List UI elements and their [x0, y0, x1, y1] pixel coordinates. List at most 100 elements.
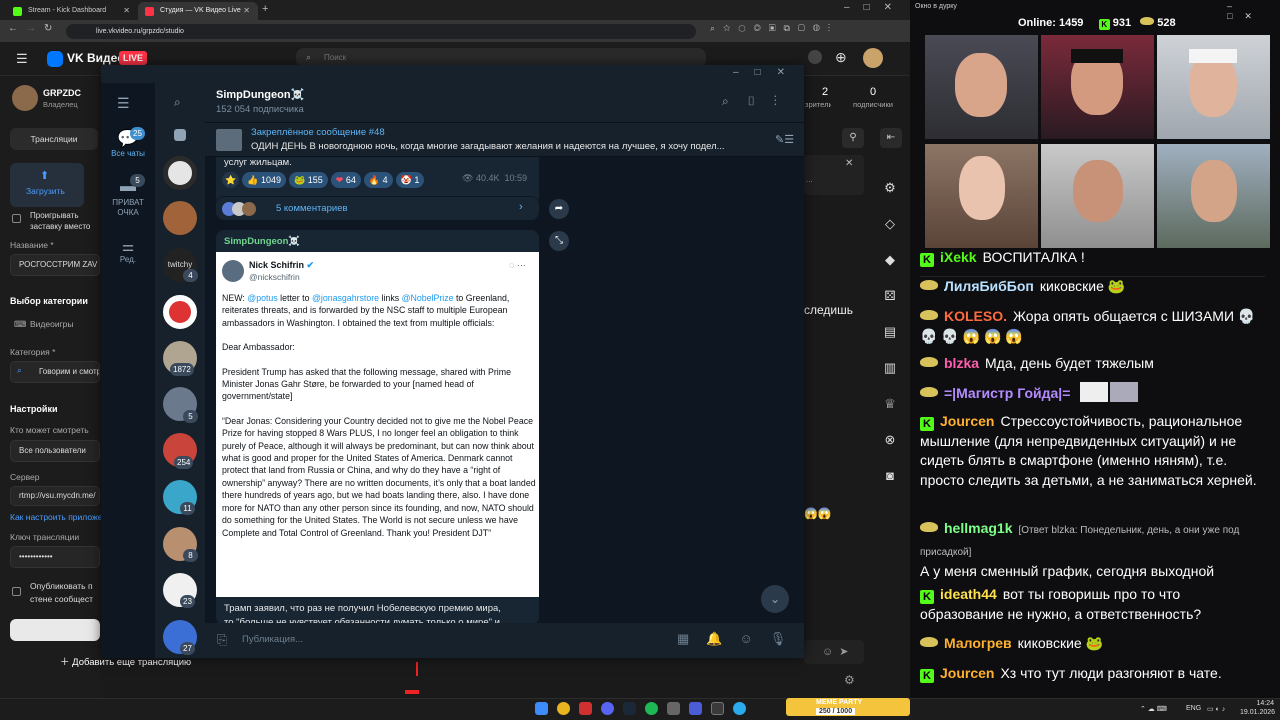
input-actions[interactable]: ▦🔔☺🎙 — [677, 631, 803, 647]
comments-link[interactable]: 5 комментариев — [276, 203, 348, 214]
tool-icons[interactable]: ⚙ ◇ ◆ ⚄ ▤ ▥ ♕ ⊗ ◙ — [880, 170, 900, 494]
start-icon[interactable] — [535, 702, 548, 715]
telegram-icon[interactable] — [733, 702, 746, 715]
chat-title[interactable]: SimpDungeon☠️ — [216, 88, 304, 101]
tray-icons[interactable]: ⌃ ☁ ⌨ — [1140, 705, 1167, 713]
privacy-select[interactable]: Все пользователи — [10, 440, 100, 462]
keyboard-language[interactable]: ENG — [1186, 705, 1201, 712]
clock[interactable]: 14:24 19.01.2026 — [1240, 699, 1276, 717]
settings-gear-icon[interactable]: ⚙ — [844, 673, 855, 687]
folder-private[interactable]: ▬ ПРИВАТ ОЧКА — [101, 178, 155, 238]
back-icon[interactable]: ← — [8, 23, 18, 34]
tab-kick-dashboard[interactable]: Stream - Kick Dashboard ✕ — [6, 2, 138, 20]
attach-icon[interactable]: ⎘ — [217, 632, 227, 648]
menu-icon[interactable]: ☰ — [117, 95, 130, 112]
reaction[interactable]: ❤ 64 — [330, 172, 361, 188]
chat-text: киковские 🐸 — [1017, 635, 1104, 651]
pin-list-icon[interactable]: ✎☰ — [775, 133, 794, 146]
chat-username[interactable]: Малогрев — [944, 635, 1012, 651]
start-stream-button[interactable] — [10, 619, 100, 641]
chrome-icon[interactable] — [557, 702, 570, 715]
emoji-send-icons[interactable]: ☺➤ — [822, 645, 854, 658]
chat-username[interactable]: Jourcen — [940, 413, 994, 429]
discord-icon[interactable] — [601, 702, 614, 715]
chat-username[interactable]: iXekk — [940, 249, 977, 265]
close-icon[interactable]: ✕ — [845, 158, 853, 169]
category-videogames-tab[interactable]: Видеоигры — [30, 319, 74, 329]
server-url-input[interactable]: rtmp://vsu.mycdn.me/ — [10, 486, 100, 506]
chat-avatar[interactable] — [163, 201, 197, 235]
new-tab-icon[interactable]: + — [262, 3, 268, 15]
chat-username[interactable]: ideath44 — [940, 586, 997, 602]
folder-edit[interactable]: ⚌ Ред. — [101, 238, 155, 278]
message-input[interactable]: Публикация... — [242, 634, 303, 645]
app-icon[interactable] — [667, 702, 680, 715]
stream-name-input[interactable]: РОСГОССТРИМ ZAV — [10, 254, 100, 276]
clock-date: 19.01.2026 — [1240, 709, 1276, 716]
chat-username[interactable]: ЛиляБибБоп — [944, 278, 1034, 294]
name-label: Название * — [10, 240, 54, 250]
post-bubble: SimpDungeon☠️ Nick Schifrin ✔ @nickschif… — [216, 230, 539, 628]
chat-avatar[interactable] — [163, 156, 197, 190]
star-icon[interactable]: ⭐ — [222, 172, 240, 188]
meme-party-widget[interactable]: MEME PARTY 250 / 1000 — [786, 698, 910, 716]
url-field[interactable]: live.vkvideo.ru/grpzdc/studio — [66, 24, 696, 39]
category-section-title: Выбор категории — [10, 296, 88, 306]
folder-all-chats[interactable]: 💬 Все чаты — [101, 129, 155, 177]
subscriber-count: 152 054 подписчика — [216, 104, 304, 115]
extension-icons[interactable]: ⌕☆⬡◎▣⧉▢◍⋮ — [710, 23, 838, 34]
reaction[interactable]: 🔥 4 — [363, 172, 393, 188]
app-icon[interactable] — [579, 702, 592, 715]
unread-badge: 11 — [180, 502, 195, 515]
search-icon: ⌕ — [306, 52, 312, 62]
forward-icon[interactable]: → — [26, 23, 36, 34]
chat-username[interactable]: Jourcen — [940, 665, 994, 681]
chat-avatar[interactable] — [163, 295, 197, 329]
chat-username[interactable]: hellmag1k — [944, 520, 1012, 536]
replay-checkbox[interactable] — [12, 214, 21, 223]
webcam-feed — [1157, 144, 1270, 248]
comments-bar[interactable]: 5 комментариев › — [216, 196, 539, 220]
pinned-bar[interactable]: Закреплённое сообщение #48 ОДИН ДЕНЬ В н… — [205, 123, 804, 157]
menu-icon[interactable]: ☰ — [16, 51, 28, 67]
reload-icon[interactable]: ↻ — [44, 23, 52, 34]
share-icon[interactable]: ➦ — [549, 199, 569, 219]
chat-username[interactable]: =|Магистр Гойда|= — [944, 385, 1070, 401]
search-icon[interactable]: ⌕ — [174, 95, 181, 110]
app-icon[interactable] — [711, 702, 724, 715]
publish-checkbox[interactable] — [12, 587, 21, 596]
pin-icon[interactable]: ⚲ — [842, 128, 864, 148]
category-input[interactable]: Говорим и смотр — [10, 361, 100, 383]
reaction[interactable]: 🐸 155 — [288, 172, 328, 188]
tweet-screenshot[interactable]: Nick Schifrin ✔ @nickschifrin ◌ ⋯ NEW: @… — [216, 252, 539, 597]
collapse-icon[interactable]: ⇤ — [880, 128, 902, 148]
stream-key-input[interactable]: •••••••••••• — [10, 546, 100, 568]
app-icon[interactable] — [689, 702, 702, 715]
window-controls[interactable]: –□✕ — [733, 67, 801, 78]
tab-vk-studio[interactable]: Студия — VK Видео Live ✕ — [138, 2, 258, 20]
spotify-icon[interactable] — [645, 702, 658, 715]
chat-username[interactable]: KOLESO. — [944, 308, 1007, 324]
header-actions[interactable]: ⌕▯⋮ — [722, 94, 795, 109]
preview-link[interactable]: ... — [806, 175, 813, 184]
archive-icon[interactable] — [174, 129, 186, 141]
expand-icon[interactable]: ⤡ — [549, 231, 569, 251]
volume-icons[interactable]: ▭ ◐ ♪ — [1207, 705, 1225, 713]
window-controls[interactable]: –□✕ — [844, 2, 906, 13]
reaction[interactable]: 🤡 1 — [395, 172, 425, 188]
reaction[interactable]: 👍 1049 — [242, 172, 286, 188]
vk-icon — [920, 387, 938, 397]
steam-icon[interactable] — [623, 702, 636, 715]
webcam-feed — [1157, 35, 1270, 139]
scroll-down-button[interactable]: ⌄ — [761, 585, 789, 613]
add-icon[interactable]: ⊕ — [835, 49, 847, 66]
vk-logo-icon[interactable] — [47, 51, 63, 67]
avatar[interactable] — [863, 48, 883, 68]
notifications-icon[interactable] — [808, 50, 822, 64]
close-tab-icon[interactable]: ✕ — [123, 2, 130, 20]
howto-link[interactable]: Как настроить приложе — [10, 512, 102, 522]
chat-username[interactable]: blzka — [944, 355, 979, 371]
close-tab-icon[interactable]: ✕ — [243, 2, 250, 20]
streams-nav-button[interactable]: Трансляции — [10, 128, 98, 150]
window-controls[interactable]: –□✕ — [1227, 1, 1280, 22]
